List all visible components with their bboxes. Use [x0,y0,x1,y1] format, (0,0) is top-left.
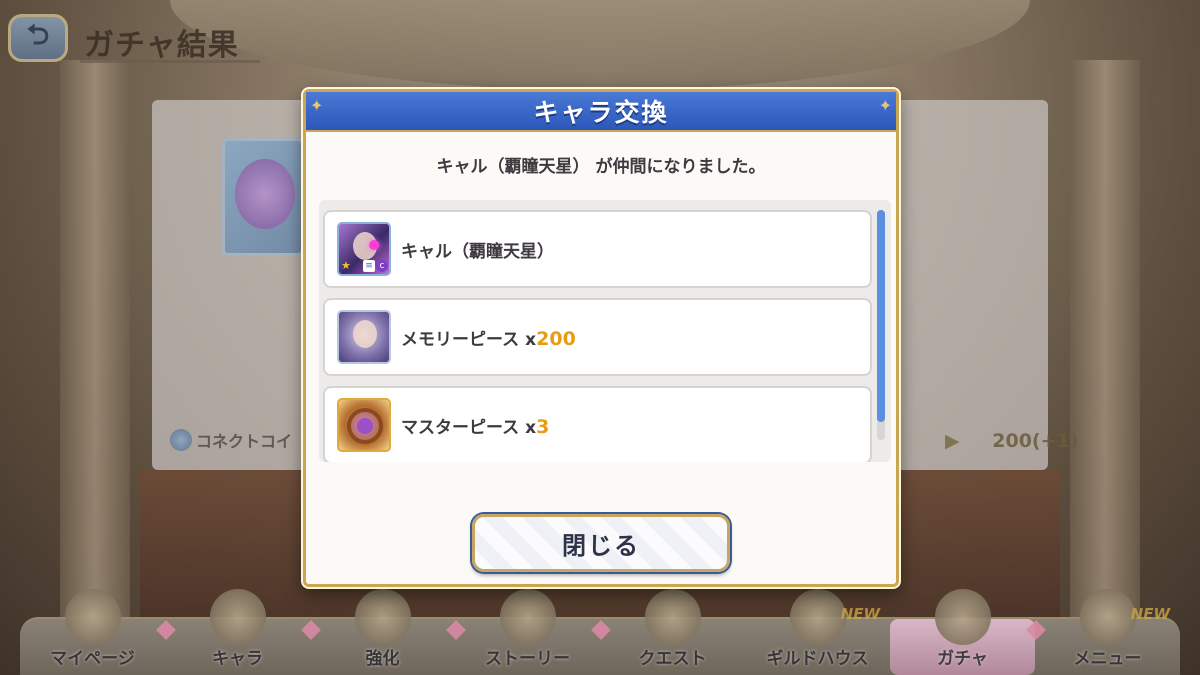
glowing-eye-shape [369,240,379,250]
dialog-title: キャラ交換 [533,98,669,127]
face-shape [353,320,377,348]
guildhouse-icon [789,589,846,645]
dialog-message: キャル（覇瞳天星） が仲間になりました。 [436,157,766,177]
master-piece-icon [337,398,391,452]
list-item[interactable]: マスターピース x3 [323,386,872,462]
nav-item-story[interactable]: ストーリー [455,589,611,675]
close-button-label: 閉じる [562,531,640,560]
scrollbar-thumb[interactable] [877,210,885,422]
back-button[interactable]: ⮌ [8,14,68,62]
chara-icon [209,589,266,645]
nav-label: ギルドハウス [766,649,869,669]
item-quantity: 3 [536,415,550,438]
menu-icon [1079,589,1136,645]
coin-count-text: 200(+1) [992,430,1079,452]
orb-shape [357,418,373,434]
class-icon: c [376,260,388,272]
corner-ornament-icon: ✦ [310,96,324,115]
item-name: マスターピース [401,417,520,438]
nav-label: キャラ [212,649,263,669]
story-icon [499,589,556,645]
character-exchange-dialog: ✦ キャラ交換 ✦ キャル（覇瞳天星） が仲間になりました。 ★ ≡ c キャル… [303,89,899,587]
list-scrollbar[interactable] [877,210,885,440]
background-column-right [1070,60,1140,620]
item-label: キャル（覇瞳天星） [401,241,554,262]
nav-item-enhance[interactable]: 強化 [310,589,466,675]
page-title: ガチャ結果 [84,28,239,63]
nav-item-guildhouse[interactable]: NEW ギルドハウス [745,589,890,675]
nav-item-gacha[interactable]: ガチャ [890,589,1046,675]
background-item-card [222,138,304,256]
times-sign: x [525,417,537,438]
back-arrow-icon: ⮌ [26,18,50,51]
nav-label: ガチャ [937,649,988,669]
corner-ornament-icon: ✦ [878,96,892,115]
list-item[interactable]: メモリーピース x200 [323,298,872,376]
nav-label: 強化 [365,649,400,669]
background-coin-label: コネクトコイ [170,428,292,452]
new-badge: NEW [840,605,880,623]
background-column-left [60,60,130,620]
nav-item-mypage[interactable]: マイページ [20,589,176,675]
item-label: メモリーピース x200 [401,325,576,350]
title-underline [80,60,260,63]
new-badge: NEW [1130,605,1170,623]
nav-item-quest[interactable]: クエスト [600,589,745,675]
list-item[interactable]: ★ ≡ c キャル（覇瞳天星） [323,210,872,288]
mypage-icon [64,589,121,645]
bottom-navigation: マイページ キャラ 強化 ストーリー クエスト NEW ギルドハウス ガチャ N… [20,589,1180,675]
reward-list[interactable]: ★ ≡ c キャル（覇瞳天星） メモリーピース x200 マスターピース x3 [319,200,891,462]
star-icon: ★ [341,259,351,272]
close-button[interactable]: 閉じる [472,514,730,572]
background-coin-count: ▶ 200(+1) [945,430,1078,452]
item-label: マスターピース x3 [401,413,549,438]
nav-label: メニュー [1073,649,1142,669]
coin-label-text: コネクトコイ [196,432,293,451]
item-quantity: 200 [536,327,576,350]
nav-label: ストーリー [485,649,570,669]
rank-icon: ≡ [363,260,375,272]
arrow-icon: ▶ [945,430,960,452]
gem-icon [235,159,295,229]
nav-item-chara[interactable]: キャラ [165,589,321,675]
quest-icon [644,589,701,645]
enhance-icon [354,589,411,645]
item-name: メモリーピース [401,329,520,350]
memory-piece-icon [337,310,391,364]
nav-label: マイページ [50,649,135,669]
times-sign: x [525,329,537,350]
dialog-header: ✦ キャラ交換 ✦ [306,92,896,132]
character-portrait-icon: ★ ≡ c [337,222,391,276]
nav-label: クエスト [638,649,707,669]
coin-icon [170,429,192,451]
nav-item-menu[interactable]: NEW メニュー [1035,589,1180,675]
gacha-icon [934,589,991,645]
